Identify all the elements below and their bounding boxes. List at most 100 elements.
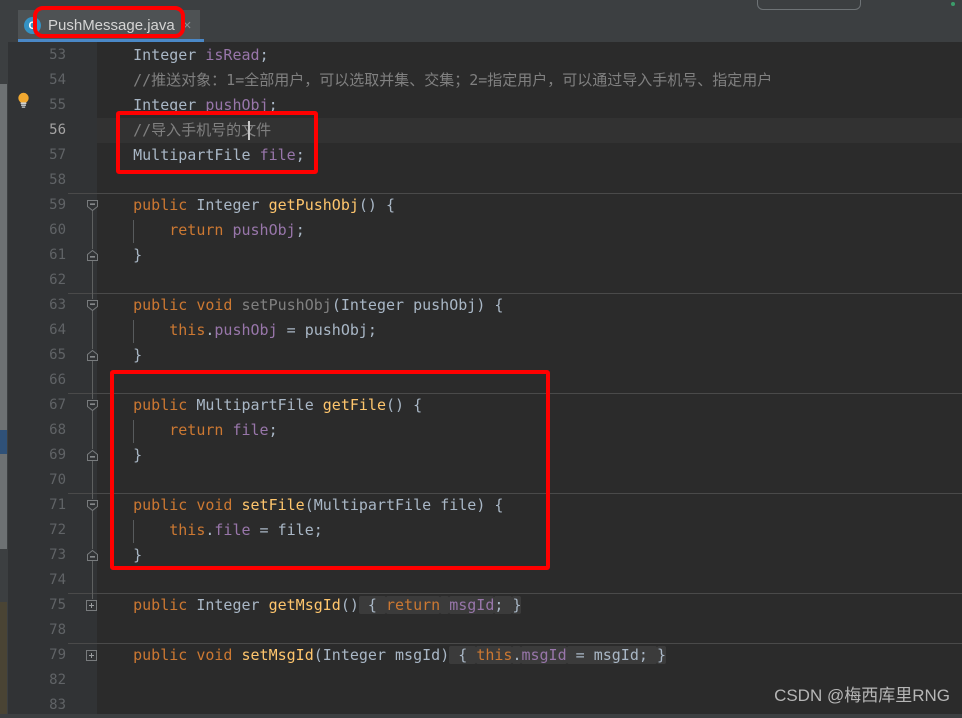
code-line[interactable]: 67 public MultipartFile getFile() { [8, 393, 962, 418]
code-line-text[interactable]: public void setPushObj(Integer pushObj) … [97, 293, 503, 318]
left-panel-scrollbar[interactable] [0, 84, 7, 549]
code-line-text[interactable]: public MultipartFile getFile() { [97, 393, 422, 418]
code-token: setMsgId [241, 646, 314, 664]
code-line[interactable]: 63 public void setPushObj(Integer pushOb… [8, 293, 962, 318]
code-line[interactable]: 79 public void setMsgId(Integer msgId) {… [8, 643, 962, 668]
code-line-text[interactable]: } [97, 343, 142, 368]
code-line[interactable]: 62 [8, 268, 962, 293]
code-token: public [133, 596, 188, 614]
code-token: Integer [196, 596, 260, 614]
code-line[interactable]: 71 public void setFile(MultipartFile fil… [8, 493, 962, 518]
code-line[interactable]: 66 [8, 368, 962, 393]
code-line-text[interactable]: } [97, 443, 142, 468]
code-line-text[interactable]: //导入手机号的文件 [97, 118, 271, 143]
left-panel-footer-strip [0, 602, 7, 718]
close-icon[interactable]: × [183, 18, 192, 33]
line-number: 68 [49, 422, 66, 438]
code-line[interactable]: 56 //导入手机号的文件 [8, 118, 962, 143]
code-token: pushObj [205, 96, 269, 114]
code-line-text[interactable]: this.file = file; [97, 518, 323, 543]
code-line[interactable]: 59 public Integer getPushObj() { [8, 193, 962, 218]
left-panel-selected-item[interactable] [0, 430, 7, 454]
code-token: file [214, 521, 251, 539]
code-line[interactable]: 64 this.pushObj = pushObj; [8, 318, 962, 343]
code-line-text[interactable]: Integer pushObj; [97, 93, 278, 118]
code-line[interactable]: 74 [8, 568, 962, 593]
code-token: getMsgId [268, 596, 341, 614]
left-panel-strip [0, 42, 8, 718]
code-editor[interactable]: 53 Integer isRead; 54 //推送对象：1=全部用户，可以选取并… [8, 42, 962, 718]
fold-collapse-icon[interactable] [86, 299, 99, 312]
fold-expand-icon[interactable] [86, 600, 97, 611]
fold-collapse-icon[interactable] [86, 499, 99, 512]
editor-tab-pushmessage[interactable]: C PushMessage.java × [18, 10, 200, 41]
code-line[interactable]: 75 public Integer getMsgId() { return ms… [8, 593, 962, 618]
code-token: this [169, 321, 206, 339]
line-number: 69 [49, 447, 66, 463]
code-token: return [169, 421, 224, 439]
code-line[interactable]: 61 } [8, 243, 962, 268]
code-line-text[interactable]: Integer isRead; [97, 43, 268, 68]
code-line[interactable]: 55 Integer pushObj; [8, 93, 962, 118]
code-line-text[interactable]: public Integer getPushObj() { [97, 193, 395, 218]
line-number: 74 [49, 572, 66, 588]
code-line-text[interactable]: //推送对象：1=全部用户，可以选取并集、交集；2=指定用户，可以通过导入手机号… [97, 68, 772, 93]
code-line[interactable]: 78 [8, 618, 962, 643]
code-line[interactable]: 60 return pushObj; [8, 218, 962, 243]
code-line-text[interactable]: return pushObj; [97, 218, 304, 243]
code-line[interactable]: 69 } [8, 443, 962, 468]
intention-bulb-icon[interactable] [16, 92, 31, 109]
fold-collapse-icon[interactable] [86, 199, 99, 212]
code-line[interactable]: 57 MultipartFile file; [8, 143, 962, 168]
code-line[interactable]: 73 } [8, 543, 962, 568]
code-line-text[interactable]: public void setMsgId(Integer msgId) { th… [97, 643, 666, 668]
code-token: ; [268, 96, 278, 114]
line-number: 82 [49, 672, 66, 688]
method-separator-gutter [68, 193, 97, 194]
inspection-status-dot [951, 2, 955, 6]
code-token: this [169, 521, 206, 539]
code-line[interactable]: 54 //推送对象：1=全部用户，可以选取并集、交集；2=指定用户，可以通过导入… [8, 68, 962, 93]
code-line[interactable]: 65 } [8, 343, 962, 368]
code-line[interactable]: 53 Integer isRead; [8, 43, 962, 68]
method-separator [97, 643, 962, 644]
method-separator [97, 293, 962, 294]
code-line-text[interactable]: public void setFile(MultipartFile file) … [97, 493, 503, 518]
code-line-text[interactable]: } [97, 243, 142, 268]
code-line[interactable]: 68 return file; [8, 418, 962, 443]
line-number: 59 [49, 197, 66, 213]
code-line-text[interactable]: public Integer getMsgId() { return msgId… [97, 593, 522, 618]
code-token: ( [304, 496, 314, 514]
code-line-text[interactable]: this.pushObj = pushObj; [97, 318, 377, 343]
code-line[interactable]: 70 [8, 468, 962, 493]
line-number: 53 [49, 47, 66, 63]
run-configuration-widget[interactable] [757, 0, 861, 10]
fold-rail [92, 261, 93, 299]
fold-region-line [92, 211, 93, 249]
code-token: getFile [322, 396, 386, 414]
code-line-text[interactable]: } [97, 543, 142, 568]
method-separator [97, 193, 962, 194]
code-line-text[interactable]: MultipartFile file; [97, 143, 305, 168]
code-token: Integer [133, 96, 197, 114]
line-number: 71 [49, 497, 66, 513]
code-token: public [133, 296, 188, 314]
code-token: public [133, 396, 188, 414]
status-bar [0, 714, 962, 718]
fold-collapse-icon[interactable] [86, 399, 99, 412]
code-token: = file; [250, 521, 323, 539]
code-line[interactable]: 58 [8, 168, 962, 193]
fold-region-line [92, 311, 93, 349]
code-line-text[interactable]: return file; [97, 418, 277, 443]
watermark-text: CSDN @梅西库里RNG [774, 686, 950, 705]
code-token: setPushObj [241, 296, 332, 314]
code-line[interactable]: 72 this.file = file; [8, 518, 962, 543]
fold-expand-icon[interactable] [86, 650, 97, 661]
